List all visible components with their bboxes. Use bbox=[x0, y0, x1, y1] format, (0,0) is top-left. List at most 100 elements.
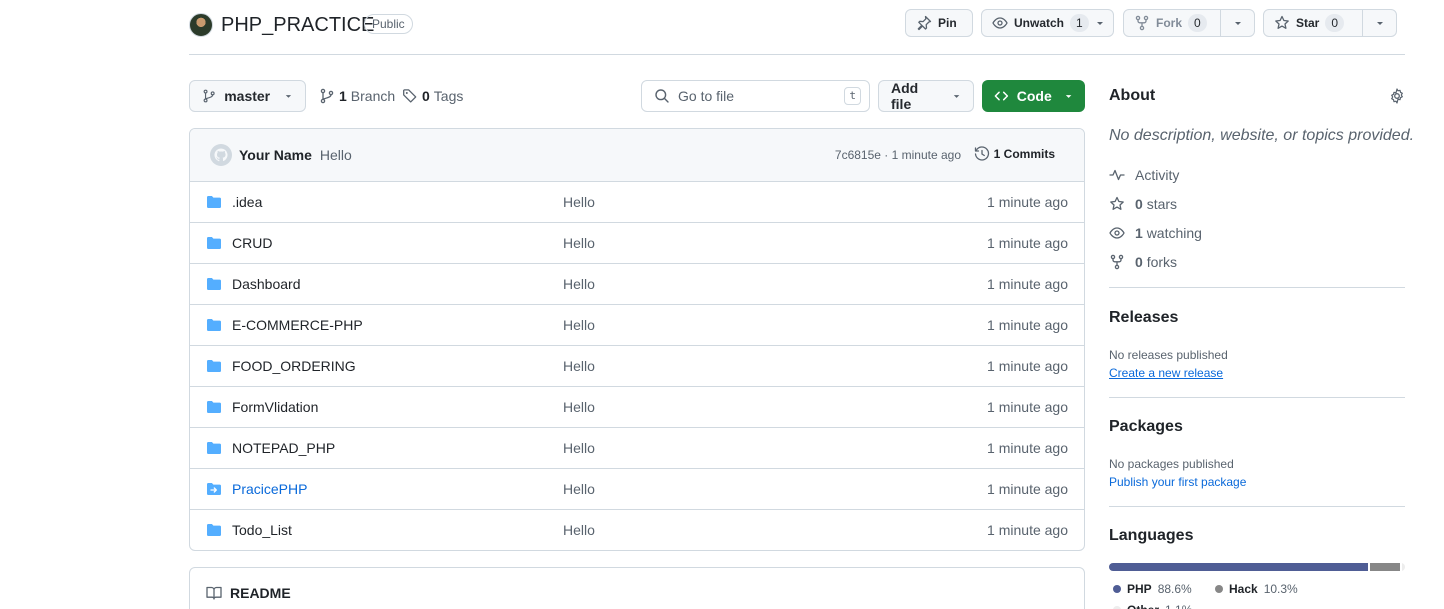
repo-header: PHP_PRACTICE Public Pin Unwatch 1 Fork 0… bbox=[189, 8, 1405, 55]
readme-label: README bbox=[230, 585, 291, 601]
submodule-folder-icon bbox=[207, 483, 221, 495]
go-to-file-input[interactable]: Go to file t bbox=[641, 80, 870, 112]
tags-link[interactable]: 0 Tags bbox=[402, 88, 463, 104]
language-name: Other bbox=[1127, 603, 1159, 609]
tag-label: Tags bbox=[433, 88, 464, 104]
search-shortcut: t bbox=[844, 87, 861, 105]
divider bbox=[1109, 397, 1405, 398]
releases-title[interactable]: Releases bbox=[1109, 309, 1178, 327]
file-name[interactable]: Dashboard bbox=[232, 276, 301, 292]
owner-avatar[interactable] bbox=[189, 13, 213, 37]
watch-button[interactable]: Unwatch 1 bbox=[981, 9, 1114, 37]
file-name[interactable]: CRUD bbox=[232, 235, 272, 251]
commit-author[interactable]: Your Name bbox=[239, 147, 312, 163]
file-name[interactable]: .idea bbox=[232, 194, 262, 210]
file-row[interactable]: .idea Hello 1 minute ago bbox=[190, 182, 1084, 223]
file-row[interactable]: PracicePHP Hello 1 minute ago bbox=[190, 469, 1084, 510]
stars-link[interactable]: 0 stars bbox=[1109, 196, 1177, 212]
file-row[interactable]: Dashboard Hello 1 minute ago bbox=[190, 264, 1084, 305]
file-row[interactable]: FormVlidation Hello 1 minute ago bbox=[190, 387, 1084, 428]
file-commit-time: 1 minute ago bbox=[987, 276, 1068, 292]
github-icon bbox=[214, 148, 228, 162]
file-name[interactable]: E-COMMERCE-PHP bbox=[232, 317, 363, 333]
history-icon bbox=[974, 146, 989, 161]
tag-count: 0 bbox=[422, 88, 430, 104]
file-row[interactable]: E-COMMERCE-PHP Hello 1 minute ago bbox=[190, 305, 1084, 346]
language-bar-segment[interactable] bbox=[1109, 563, 1368, 571]
gear-icon[interactable] bbox=[1389, 88, 1405, 104]
language-bar-segment[interactable] bbox=[1401, 563, 1405, 571]
publish-package-link[interactable]: Publish your first package bbox=[1109, 475, 1246, 489]
language-percent: 1.1% bbox=[1165, 603, 1192, 609]
pin-icon bbox=[917, 15, 932, 31]
folder-icon bbox=[206, 440, 222, 456]
file-name[interactable]: Todo_List bbox=[232, 522, 292, 538]
forks-link[interactable]: 0 forks bbox=[1109, 254, 1177, 270]
file-name[interactable]: NOTEPAD_PHP bbox=[232, 440, 335, 456]
file-row[interactable]: Todo_List Hello 1 minute ago bbox=[190, 510, 1084, 550]
file-commit-time: 1 minute ago bbox=[987, 522, 1068, 538]
packages-title[interactable]: Packages bbox=[1109, 418, 1183, 436]
language-bar-segment[interactable] bbox=[1369, 563, 1400, 571]
pulse-icon bbox=[1109, 169, 1125, 181]
file-row[interactable]: CRUD Hello 1 minute ago bbox=[190, 223, 1084, 264]
file-row[interactable]: NOTEPAD_PHP Hello 1 minute ago bbox=[190, 428, 1084, 469]
folder-icon bbox=[207, 319, 221, 331]
file-commit-message[interactable]: Hello bbox=[563, 481, 595, 497]
folder-icon bbox=[207, 278, 221, 290]
code-label: Code bbox=[1016, 88, 1052, 104]
branch-selector[interactable]: master bbox=[189, 80, 306, 112]
file-name[interactable]: PracicePHP bbox=[232, 481, 307, 497]
pin-button[interactable]: Pin bbox=[905, 9, 973, 37]
language-item[interactable]: Other 1.1% bbox=[1113, 603, 1192, 609]
activity-link[interactable]: Activity bbox=[1109, 167, 1179, 183]
language-name: Hack bbox=[1229, 582, 1258, 596]
folder-icon bbox=[207, 360, 221, 372]
commit-message[interactable]: Hello bbox=[320, 147, 352, 163]
file-commit-message[interactable]: Hello bbox=[563, 522, 595, 538]
tag-icon bbox=[403, 89, 417, 103]
readme-header[interactable]: README bbox=[190, 568, 1084, 609]
watch-count: 1 bbox=[1070, 14, 1089, 32]
branches-link[interactable]: 1 Branch bbox=[319, 88, 395, 104]
file-commit-message[interactable]: Hello bbox=[563, 317, 595, 333]
file-commit-message[interactable]: Hello bbox=[563, 399, 595, 415]
forks-count: 0 bbox=[1135, 254, 1143, 270]
file-row[interactable]: FOOD_ORDERING Hello 1 minute ago bbox=[190, 346, 1084, 387]
file-commit-message[interactable]: Hello bbox=[563, 276, 595, 292]
language-item[interactable]: PHP 88.6% bbox=[1113, 582, 1192, 596]
add-file-button[interactable]: Add file bbox=[878, 80, 974, 112]
file-commit-message[interactable]: Hello bbox=[563, 235, 595, 251]
file-commit-message[interactable]: Hello bbox=[563, 440, 595, 456]
file-commit-message[interactable]: Hello bbox=[563, 358, 595, 374]
divider bbox=[1109, 506, 1405, 507]
language-percent: 10.3% bbox=[1263, 582, 1298, 596]
file-list: .idea Hello 1 minute ago CRUD Hello 1 minute … bbox=[190, 182, 1084, 550]
commit-meta[interactable]: 7c6815e · 1 minute ago bbox=[835, 148, 961, 162]
commit-avatar[interactable] bbox=[210, 144, 232, 166]
packages-text: No packages published bbox=[1109, 457, 1234, 471]
watching-label: watching bbox=[1146, 225, 1202, 241]
folder-icon bbox=[207, 196, 221, 208]
star-button[interactable]: Star 0 bbox=[1263, 9, 1397, 37]
folder-icon bbox=[206, 194, 222, 210]
file-commit-time: 1 minute ago bbox=[987, 317, 1068, 333]
star-label: Star bbox=[1296, 16, 1320, 30]
fork-button[interactable]: Fork 0 bbox=[1123, 9, 1255, 37]
create-release-link[interactable]: Create a new release bbox=[1109, 366, 1223, 380]
folder-icon bbox=[207, 401, 221, 413]
language-item[interactable]: Hack 10.3% bbox=[1215, 582, 1298, 596]
file-commit-message[interactable]: Hello bbox=[563, 194, 595, 210]
watching-link[interactable]: 1 watching bbox=[1109, 225, 1202, 241]
file-name[interactable]: FOOD_ORDERING bbox=[232, 358, 356, 374]
repo-name[interactable]: PHP_PRACTICE bbox=[221, 13, 374, 37]
code-button[interactable]: Code bbox=[982, 80, 1085, 112]
fork-icon bbox=[1110, 254, 1124, 270]
language-name: PHP bbox=[1127, 582, 1152, 596]
star-icon bbox=[1110, 196, 1124, 210]
file-name[interactable]: FormVlidation bbox=[232, 399, 318, 415]
search-placeholder: Go to file bbox=[678, 88, 735, 104]
language-color-dot bbox=[1215, 585, 1223, 593]
commits-link[interactable]: 1 Commits bbox=[974, 146, 1055, 162]
watching-count: 1 bbox=[1135, 225, 1143, 241]
